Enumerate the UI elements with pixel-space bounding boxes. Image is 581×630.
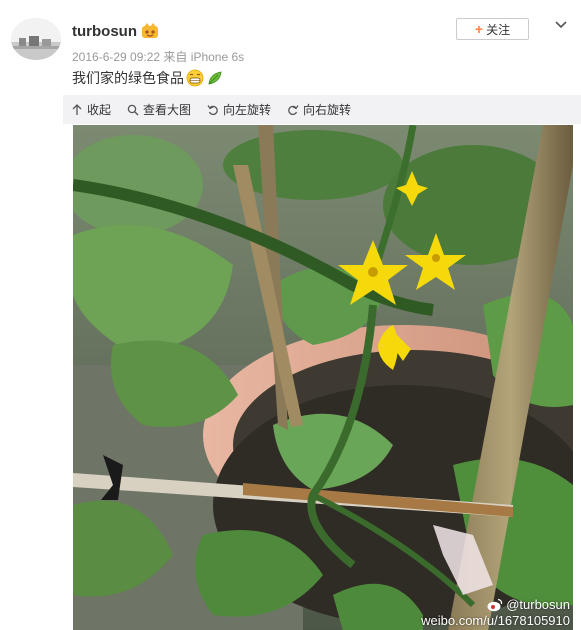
- vip-badge-icon[interactable]: [141, 23, 159, 39]
- rotate-right-button[interactable]: 向右旋转: [287, 101, 351, 118]
- post-source[interactable]: iPhone 6s: [191, 50, 244, 64]
- post-text: 我们家的绿色食品: [72, 70, 184, 86]
- post-photo[interactable]: @turbosun weibo.com/u/1678105910: [73, 125, 573, 630]
- search-icon: [127, 104, 139, 115]
- rotate-left-button[interactable]: 向左旋转: [207, 101, 271, 118]
- grin-emoji-icon: [186, 69, 204, 87]
- view-large-button[interactable]: 查看大图: [127, 101, 191, 118]
- rotate-left-icon: [207, 104, 218, 115]
- rotate-left-label: 向左旋转: [223, 103, 272, 117]
- post-timestamp[interactable]: 2016-6-29 09:22: [72, 50, 160, 64]
- collapse-button[interactable]: 收起: [71, 101, 111, 118]
- rotate-right-icon: [288, 104, 299, 115]
- view-large-label: 查看大图: [143, 103, 192, 117]
- cucumber-plant-photo: [73, 125, 573, 630]
- photo-watermark: @turbosun weibo.com/u/1678105910: [421, 597, 570, 629]
- watermark-url: weibo.com/u/1678105910: [421, 613, 570, 628]
- chevron-down-icon[interactable]: [553, 16, 569, 32]
- weibo-logo-icon: [487, 598, 503, 612]
- collapse-label: 收起: [87, 103, 112, 117]
- image-toolbar: 收起 查看大图 向左旋转 向右旋转: [63, 95, 581, 124]
- watermark-handle-row: @turbosun: [421, 597, 570, 613]
- rotate-right-label: 向右旋转: [303, 103, 352, 117]
- collapse-icon: [72, 103, 82, 115]
- post-header: turbosun 2016-6-29 09:22 来自 iPhone 6s 我们…: [0, 0, 581, 95]
- follow-button[interactable]: + 关注: [456, 18, 529, 40]
- watermark-handle: @turbosun: [506, 597, 570, 612]
- post-meta: 2016-6-29 09:22 来自 iPhone 6s: [72, 48, 244, 65]
- source-prefix: 来自: [163, 50, 188, 64]
- post-text-row: 我们家的绿色食品: [72, 68, 224, 88]
- username[interactable]: turbosun: [72, 23, 137, 40]
- follow-label: 关注: [486, 22, 511, 37]
- avatar[interactable]: [11, 18, 61, 60]
- avatar-image: [11, 18, 61, 60]
- plus-icon: +: [474, 21, 484, 37]
- leaf-emoji-icon: [208, 71, 222, 85]
